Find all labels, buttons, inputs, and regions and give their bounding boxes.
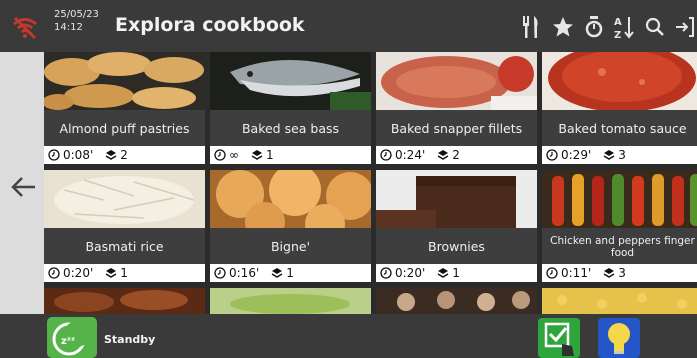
time-text: 14:12 (54, 22, 83, 33)
recipe-photo (376, 170, 537, 228)
search-icon[interactable] (645, 16, 665, 38)
recipe-photo (542, 52, 697, 110)
wifi-off-icon[interactable] (10, 14, 40, 40)
recipe-layers: 3 (618, 266, 626, 280)
recipe-photo (542, 170, 697, 228)
standby-label: Standby (104, 333, 156, 346)
timer-icon[interactable] (585, 15, 603, 39)
recipe-name: Almond puff pastries (44, 110, 205, 146)
recipe-name: Basmati rice (44, 228, 205, 264)
recipe-meta: ∞ 1 (210, 146, 371, 164)
recipe-time: 0:08' (63, 148, 94, 162)
recipe-photo (210, 52, 371, 110)
layers-icon (603, 150, 615, 160)
recipe-name: Chicken and peppers finger food (542, 228, 697, 264)
clock-icon (214, 149, 226, 161)
recipe-meta: 0:20' 1 (376, 264, 537, 282)
recipe-card-partial[interactable] (210, 288, 371, 314)
recipe-time: 0:20' (63, 266, 94, 280)
layers-icon (105, 150, 117, 160)
recipe-name: Brownies (376, 228, 537, 264)
recipe-time: 0:20' (395, 266, 426, 280)
recipe-meta: 0:16' 1 (210, 264, 371, 282)
header-bar: 25/05/23 14:12 Explora cookbook A Z (0, 0, 697, 52)
recipe-time: 0:24' (395, 148, 426, 162)
page-title: Explora cookbook (115, 14, 305, 36)
recipe-name: Baked snapper fillets (376, 110, 537, 146)
recipe-meta: 0:08' 2 (44, 146, 205, 164)
layers-icon (437, 150, 449, 160)
recipe-photo (44, 170, 205, 228)
confirm-button[interactable] (538, 318, 580, 358)
clock-icon (546, 267, 558, 279)
recipe-photo (44, 52, 205, 110)
recipe-card-baked-tomato-sauce[interactable]: Baked tomato sauce 0:29' 3 (542, 52, 697, 168)
recipe-card-partial[interactable] (542, 288, 697, 314)
recipe-time: 0:29' (561, 148, 592, 162)
recipe-card-basmati-rice[interactable]: Basmati rice 0:20' 1 (44, 170, 205, 286)
clock-icon (546, 149, 558, 161)
recipe-time: ∞ (229, 148, 239, 162)
svg-text:A: A (614, 17, 622, 28)
recipe-layers: 2 (120, 148, 128, 162)
recipe-grid: Almond puff pastries 0:08' 2 Baked sea b… (44, 52, 697, 314)
cutlery-icon[interactable] (521, 15, 541, 39)
moon-icon: zᶻᶻ (52, 321, 90, 356)
recipe-name: Baked tomato sauce (542, 110, 697, 146)
recipe-layers: 1 (286, 266, 294, 280)
recipe-photo (210, 170, 371, 228)
left-sidebar (0, 52, 44, 314)
date-time: 25/05/23 14:12 (54, 8, 99, 34)
light-button[interactable] (598, 318, 640, 358)
sort-az-icon[interactable]: A Z (613, 14, 635, 40)
recipe-card-brownies[interactable]: Brownies 0:20' 1 (376, 170, 537, 286)
recipe-card-baked-sea-bass[interactable]: Baked sea bass ∞ 1 (210, 52, 371, 168)
back-arrow-icon[interactable] (10, 176, 36, 198)
recipe-card-partial[interactable] (376, 288, 537, 314)
recipe-name: Baked sea bass (210, 110, 371, 146)
checklist-icon (544, 322, 574, 356)
recipe-card-almond-puff-pastries[interactable]: Almond puff pastries 0:08' 2 (44, 52, 205, 168)
recipe-layers: 1 (120, 266, 128, 280)
light-bulb-icon (608, 323, 630, 354)
layers-icon (603, 268, 615, 278)
date-text: 25/05/23 (54, 9, 99, 20)
recipe-photo (376, 52, 537, 110)
recipe-time: 0:11' (561, 266, 592, 280)
clock-icon (48, 149, 60, 161)
layers-icon (271, 268, 283, 278)
star-icon[interactable] (551, 15, 575, 39)
layers-icon (105, 268, 117, 278)
recipe-layers: 1 (266, 148, 274, 162)
recipe-layers: 1 (452, 266, 460, 280)
recipe-card-bigne[interactable]: Bigne' 0:16' 1 (210, 170, 371, 286)
recipe-card-chicken-and-peppers[interactable]: Chicken and peppers finger food 0:11' 3 (542, 170, 697, 286)
recipe-meta: 0:24' 2 (376, 146, 537, 164)
layers-icon (251, 150, 263, 160)
standby-icon-text: zᶻᶻ (61, 336, 75, 347)
recipe-name: Bigne' (210, 228, 371, 264)
toolbar: A Z (521, 14, 695, 40)
recipe-layers: 2 (452, 148, 460, 162)
clock-icon (380, 149, 392, 161)
recipe-meta: 0:20' 1 (44, 264, 205, 282)
clock-icon (380, 267, 392, 279)
layers-icon (437, 268, 449, 278)
clock-icon (214, 267, 226, 279)
recipe-time: 0:16' (229, 266, 260, 280)
recipe-card-baked-snapper-fillets[interactable]: Baked snapper fillets 0:24' 2 (376, 52, 537, 168)
exit-icon[interactable] (675, 16, 695, 38)
recipe-meta: 0:29' 3 (542, 146, 697, 164)
recipe-layers: 3 (618, 148, 626, 162)
recipe-meta: 0:11' 3 (542, 264, 697, 282)
recipe-card-partial[interactable] (44, 288, 205, 314)
clock-icon (48, 267, 60, 279)
svg-text:Z: Z (614, 30, 621, 40)
standby-button[interactable]: zᶻᶻ (47, 317, 97, 358)
